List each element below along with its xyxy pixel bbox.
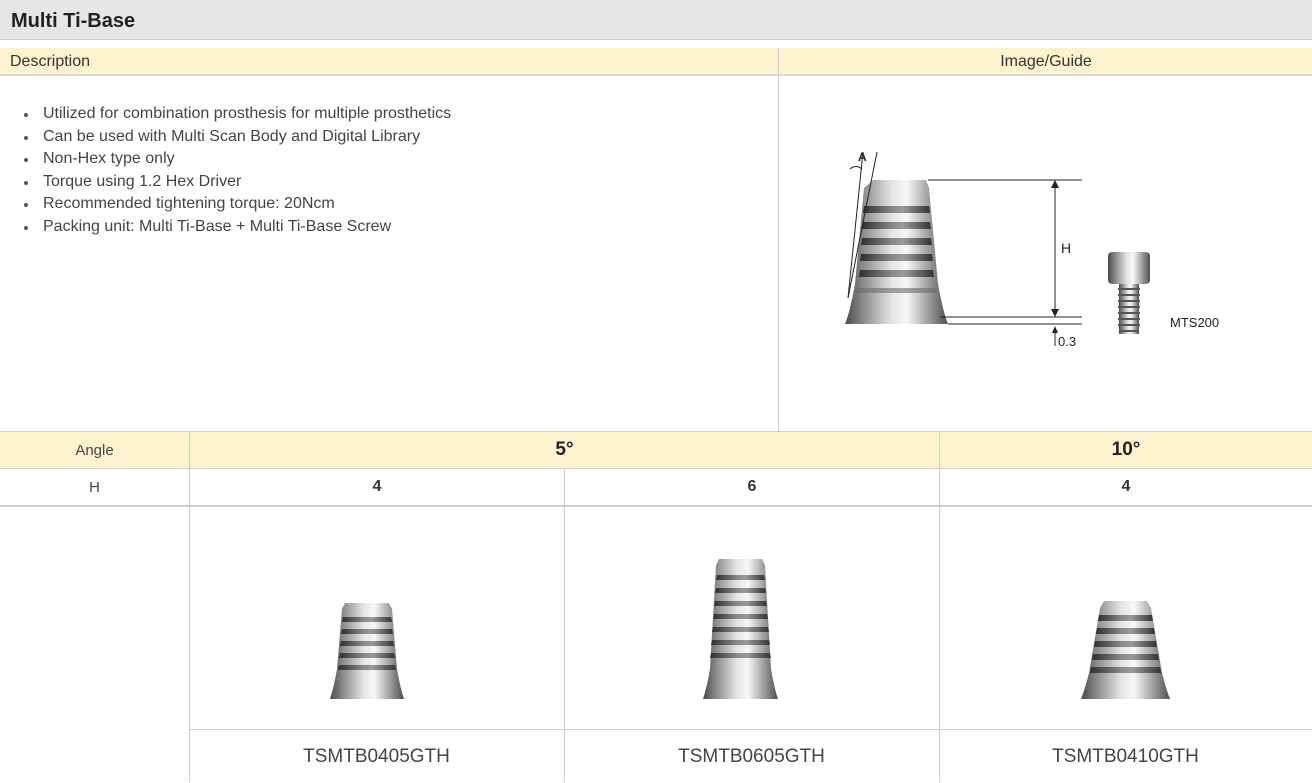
height-value: 6 xyxy=(747,478,757,495)
product-code: TSMTB0405GTH xyxy=(303,745,450,767)
feature-item: Recommended tightening torque: 20Ncm xyxy=(22,193,451,216)
description-section: Utilized for combination prosthesis for … xyxy=(0,76,1312,431)
height-value: 4 xyxy=(1121,478,1131,495)
page-title: Multi Ti-Base xyxy=(11,10,136,32)
angle-row-label-cell: Angle xyxy=(0,432,189,468)
feature-item: Can be used with Multi Scan Body and Dig… xyxy=(22,126,451,149)
abutment-drawing xyxy=(845,180,948,324)
height-cell: 4 xyxy=(940,469,1312,505)
spec-table: Angle 5° 10° H 4 6 4 TSMTB0405GTH TSMTB0… xyxy=(0,431,1312,782)
screw-code-label: MTS200 xyxy=(1170,315,1219,330)
product-sheet: Multi Ti-Base Description Image/Guide Ut… xyxy=(0,0,1312,782)
offset-label: 0.3 xyxy=(1058,334,1076,349)
feature-list: Utilized for combination prosthesis for … xyxy=(22,103,451,238)
section-header-row: Description Image/Guide xyxy=(0,48,1312,76)
height-cell: 6 xyxy=(565,469,939,505)
screw-drawing xyxy=(1108,252,1150,334)
feature-item: Utilized for combination prosthesis for … xyxy=(22,103,451,126)
height-label: H xyxy=(1061,240,1071,256)
feature-item: Packing unit: Multi Ti-Base + Multi Ti-B… xyxy=(22,216,451,239)
angle-10-value: 10° xyxy=(1111,439,1141,460)
product-image-tsmtb0605gth xyxy=(703,559,778,699)
feature-item: Non-Hex type only xyxy=(22,148,451,171)
height-value: 4 xyxy=(372,478,382,495)
angle-10-cell: 10° xyxy=(940,432,1312,468)
product-code: TSMTB0605GTH xyxy=(678,745,825,767)
height-row-label-cell: H xyxy=(0,469,189,505)
height-row: H 4 6 4 xyxy=(0,469,1312,507)
height-cell: 4 xyxy=(190,469,564,505)
height-row-label: H xyxy=(89,478,100,496)
angle-label: A xyxy=(858,150,867,164)
dimension-guide-diagram: A H 0.3 MTS200 xyxy=(845,150,1219,349)
product-images-area: TSMTB0405GTH TSMTB0605GTH TSMTB0410GTH xyxy=(0,507,1312,782)
product-code: TSMTB0410GTH xyxy=(1052,745,1199,767)
feature-item: Torque using 1.2 Hex Driver xyxy=(22,171,451,194)
header-divider xyxy=(778,48,779,76)
product-image-tsmtb0410gth xyxy=(1081,601,1170,699)
angle-row-label: Angle xyxy=(75,441,114,459)
title-bar: Multi Ti-Base xyxy=(0,0,1312,40)
angle-5-cell: 5° xyxy=(190,432,939,468)
description-header: Description xyxy=(10,53,91,70)
product-code-row: TSMTB0405GTH TSMTB0605GTH TSMTB0410GTH xyxy=(189,729,1312,783)
angle-row: Angle 5° 10° xyxy=(0,431,1312,469)
image-guide-header: Image/Guide xyxy=(1000,53,1092,70)
angle-5-value: 5° xyxy=(555,439,574,460)
section-divider xyxy=(778,76,779,431)
product-image-tsmtb0405gth xyxy=(330,603,404,699)
